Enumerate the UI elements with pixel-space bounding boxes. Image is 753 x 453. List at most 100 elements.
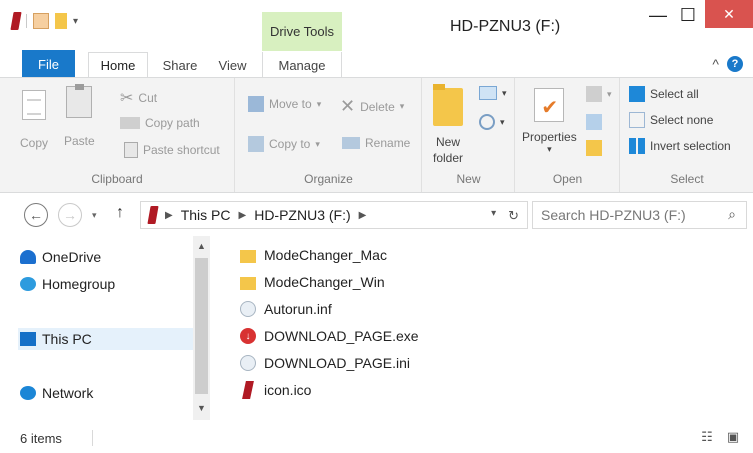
- nav-item-label: This PC: [42, 331, 92, 347]
- breadcrumb-this-pc[interactable]: This PC: [181, 207, 231, 223]
- close-button[interactable]: ✕: [705, 0, 753, 28]
- nav-item-network[interactable]: Network: [20, 382, 93, 404]
- scroll-down-icon[interactable]: ▼: [193, 400, 210, 416]
- breadcrumb-separator-icon[interactable]: ▶: [165, 210, 173, 221]
- maximize-button[interactable]: ☐: [672, 0, 704, 30]
- invert-selection-button[interactable]: Invert selection: [629, 138, 731, 154]
- select-group: Select all Select none Invert selection …: [621, 78, 753, 192]
- list-item[interactable]: DOWNLOAD_PAGE.ini: [240, 352, 410, 374]
- edit-icon: [586, 114, 602, 130]
- list-item[interactable]: icon.ico: [240, 379, 311, 401]
- help-icon[interactable]: ?: [727, 56, 743, 72]
- tab-home[interactable]: Home: [88, 52, 148, 78]
- breadcrumb-separator-icon[interactable]: ▶: [239, 210, 247, 221]
- qat-dropdown-icon[interactable]: ▾: [73, 16, 78, 27]
- recent-locations-icon[interactable]: ▾: [92, 210, 97, 221]
- drive-icon[interactable]: [10, 12, 22, 30]
- settings-file-icon: [240, 301, 256, 317]
- search-icon[interactable]: ⌕: [728, 206, 736, 223]
- rename-button[interactable]: Rename: [342, 136, 410, 150]
- nav-pane-scrollbar[interactable]: ▲ ▼: [193, 236, 210, 420]
- properties-button[interactable]: Properties ▾: [522, 88, 577, 155]
- scroll-thumb[interactable]: [195, 258, 208, 394]
- nav-item-label: Homegroup: [42, 276, 116, 292]
- open-button[interactable]: ▾: [586, 86, 612, 102]
- details-view-icon[interactable]: ☷: [698, 428, 716, 446]
- tab-manage[interactable]: Manage: [262, 52, 342, 78]
- onedrive-icon: [20, 250, 36, 264]
- file-name: DOWNLOAD_PAGE.ini: [264, 355, 410, 371]
- tab-file[interactable]: File: [22, 50, 75, 78]
- invert-selection-label: Invert selection: [650, 139, 731, 153]
- copy-path-button[interactable]: Copy path: [120, 116, 200, 130]
- new-group-label: New: [456, 172, 481, 186]
- search-box[interactable]: Search HD-PZNU3 (F:) ⌕: [532, 201, 747, 229]
- drive-icon: [147, 206, 159, 224]
- up-button[interactable]: ↑: [116, 204, 124, 222]
- list-item[interactable]: Autorun.inf: [240, 298, 332, 320]
- cut-button[interactable]: ✂ Cut: [120, 88, 157, 108]
- quick-access-toolbar: ▾: [10, 12, 78, 30]
- move-to-dropdown-icon: ▾: [316, 98, 322, 109]
- breadcrumb-drive[interactable]: HD-PZNU3 (F:): [254, 207, 350, 223]
- delete-icon: ✕: [340, 96, 356, 116]
- ribbon: Copy Paste ✂ Cut Copy path Paste shortcu…: [0, 77, 753, 193]
- invert-selection-icon: [629, 138, 645, 154]
- collapse-ribbon-icon[interactable]: ^: [712, 56, 719, 72]
- easy-access-icon: [479, 114, 495, 130]
- cut-label: Cut: [138, 91, 158, 105]
- nav-item-this-pc[interactable]: This PC: [18, 328, 193, 350]
- open-dropdown-icon: ▾: [607, 88, 612, 99]
- select-none-button[interactable]: Select none: [629, 112, 713, 128]
- new-item-button[interactable]: ▾: [479, 86, 507, 100]
- address-bar[interactable]: ▶ This PC ▶ HD-PZNU3 (F:) ▶ ▾ ↻: [140, 201, 528, 229]
- history-button[interactable]: [586, 140, 602, 156]
- nav-item-homegroup[interactable]: Homegroup: [20, 273, 115, 295]
- edit-button[interactable]: [586, 114, 602, 130]
- list-item[interactable]: ↓ DOWNLOAD_PAGE.exe: [240, 325, 419, 347]
- delete-dropdown-icon: ▾: [399, 101, 405, 111]
- copy-path-label: Copy path: [145, 116, 200, 130]
- search-placeholder: Search HD-PZNU3 (F:): [541, 207, 686, 223]
- copy-button[interactable]: Copy: [20, 90, 48, 150]
- list-item[interactable]: ModeChanger_Mac: [240, 244, 387, 266]
- paste-button[interactable]: Paste: [64, 84, 95, 148]
- back-button[interactable]: ←: [24, 203, 48, 227]
- item-count: 6 items: [20, 430, 62, 446]
- qat-separator: [26, 14, 27, 28]
- tab-view[interactable]: View: [210, 52, 255, 78]
- rename-label: Rename: [365, 136, 411, 150]
- move-to-button[interactable]: Move to ▾: [248, 96, 321, 112]
- properties-qat-icon[interactable]: [33, 13, 49, 29]
- tab-share[interactable]: Share: [155, 52, 205, 78]
- folder-icon: [240, 276, 256, 290]
- new-folder-qat-icon[interactable]: [55, 13, 67, 29]
- select-none-label: Select none: [650, 113, 714, 127]
- list-item[interactable]: ModeChanger_Win: [240, 271, 385, 293]
- navigation-bar: ← → ▾ ↑ ▶ This PC ▶ HD-PZNU3 (F:) ▶ ▾ ↻ …: [0, 199, 753, 233]
- delete-button[interactable]: ✕ Delete ▾: [340, 96, 404, 117]
- select-all-button[interactable]: Select all: [629, 86, 699, 102]
- easy-access-dropdown-icon: ▾: [500, 116, 505, 127]
- large-icons-view-icon[interactable]: ▣: [724, 428, 742, 446]
- delete-label: Delete: [360, 99, 395, 114]
- breadcrumb-separator-icon[interactable]: ▶: [359, 210, 367, 221]
- copy-to-button[interactable]: Copy to ▾: [248, 136, 320, 152]
- easy-access-button[interactable]: ▾: [479, 114, 505, 130]
- nav-item-label: OneDrive: [42, 249, 102, 265]
- paste-shortcut-button[interactable]: Paste shortcut: [124, 142, 220, 158]
- nav-item-onedrive[interactable]: OneDrive: [20, 246, 101, 268]
- new-folder-button[interactable]: New folder: [433, 84, 464, 166]
- move-to-label: Move to: [269, 97, 312, 111]
- forward-button[interactable]: →: [58, 203, 82, 227]
- paste-icon: [66, 84, 93, 118]
- homegroup-icon: [20, 277, 36, 291]
- refresh-icon[interactable]: ↻: [508, 208, 519, 224]
- new-folder-label-line2: folder: [433, 151, 464, 165]
- copy-to-dropdown-icon: ▾: [315, 138, 320, 149]
- address-dropdown-icon[interactable]: ▾: [491, 208, 496, 224]
- select-all-label: Select all: [650, 87, 699, 101]
- new-item-dropdown-icon: ▾: [502, 87, 507, 98]
- scroll-up-icon[interactable]: ▲: [193, 238, 210, 254]
- minimize-button[interactable]: —: [640, 0, 676, 30]
